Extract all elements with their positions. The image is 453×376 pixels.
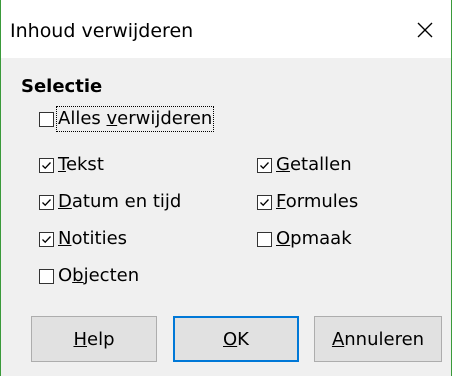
checkbox-box bbox=[257, 157, 272, 173]
format-label: Opmaak bbox=[276, 228, 352, 249]
text-label: Tekst bbox=[58, 154, 104, 175]
title-bar[interactable]: Inhoud verwijderen bbox=[1, 0, 451, 58]
dialog-body: Selectie Alles verwijderen Tekst Datum e… bbox=[1, 58, 451, 376]
checkmark-icon bbox=[260, 198, 269, 206]
delete-all-label: Alles verwijderen bbox=[55, 106, 215, 132]
dialog-title: Inhoud verwijderen bbox=[10, 20, 194, 42]
help-button-label: Help bbox=[73, 328, 115, 350]
cancel-button-label: Annuleren bbox=[331, 328, 425, 350]
formulas-checkbox[interactable]: Formules bbox=[257, 191, 358, 213]
close-icon bbox=[417, 22, 433, 38]
checkbox-box bbox=[257, 231, 272, 247]
objects-checkbox[interactable]: Objecten bbox=[39, 265, 139, 287]
cancel-button[interactable]: Annuleren bbox=[314, 316, 442, 362]
checkbox-box bbox=[257, 194, 272, 210]
delete-all-checkbox[interactable]: Alles verwijderen bbox=[39, 106, 215, 132]
notes-label: Notities bbox=[58, 228, 128, 249]
help-button[interactable]: Help bbox=[31, 316, 157, 362]
checkmark-icon bbox=[42, 198, 51, 206]
numbers-label: Getallen bbox=[276, 154, 352, 175]
format-checkbox[interactable]: Opmaak bbox=[257, 228, 352, 250]
checkmark-icon bbox=[260, 161, 269, 169]
ok-button[interactable]: OK bbox=[173, 316, 299, 362]
ok-button-label: OK bbox=[223, 328, 249, 350]
objects-label: Objecten bbox=[58, 265, 140, 286]
checkbox-box bbox=[39, 157, 54, 173]
delete-contents-dialog: Inhoud verwijderen Selectie Alles verwij… bbox=[0, 0, 452, 376]
checkmark-icon bbox=[42, 235, 51, 243]
numbers-checkbox[interactable]: Getallen bbox=[257, 154, 352, 176]
datetime-checkbox[interactable]: Datum en tijd bbox=[39, 191, 181, 213]
notes-checkbox[interactable]: Notities bbox=[39, 228, 127, 250]
text-checkbox[interactable]: Tekst bbox=[39, 154, 104, 176]
checkbox-box bbox=[39, 194, 54, 210]
close-button[interactable] bbox=[407, 12, 443, 48]
checkbox-box bbox=[39, 111, 54, 127]
checkbox-box bbox=[39, 268, 54, 284]
datetime-label: Datum en tijd bbox=[58, 191, 182, 212]
formulas-label: Formules bbox=[276, 191, 359, 212]
selection-heading: Selectie bbox=[21, 76, 103, 97]
checkmark-icon bbox=[42, 161, 51, 169]
checkbox-box bbox=[39, 231, 54, 247]
